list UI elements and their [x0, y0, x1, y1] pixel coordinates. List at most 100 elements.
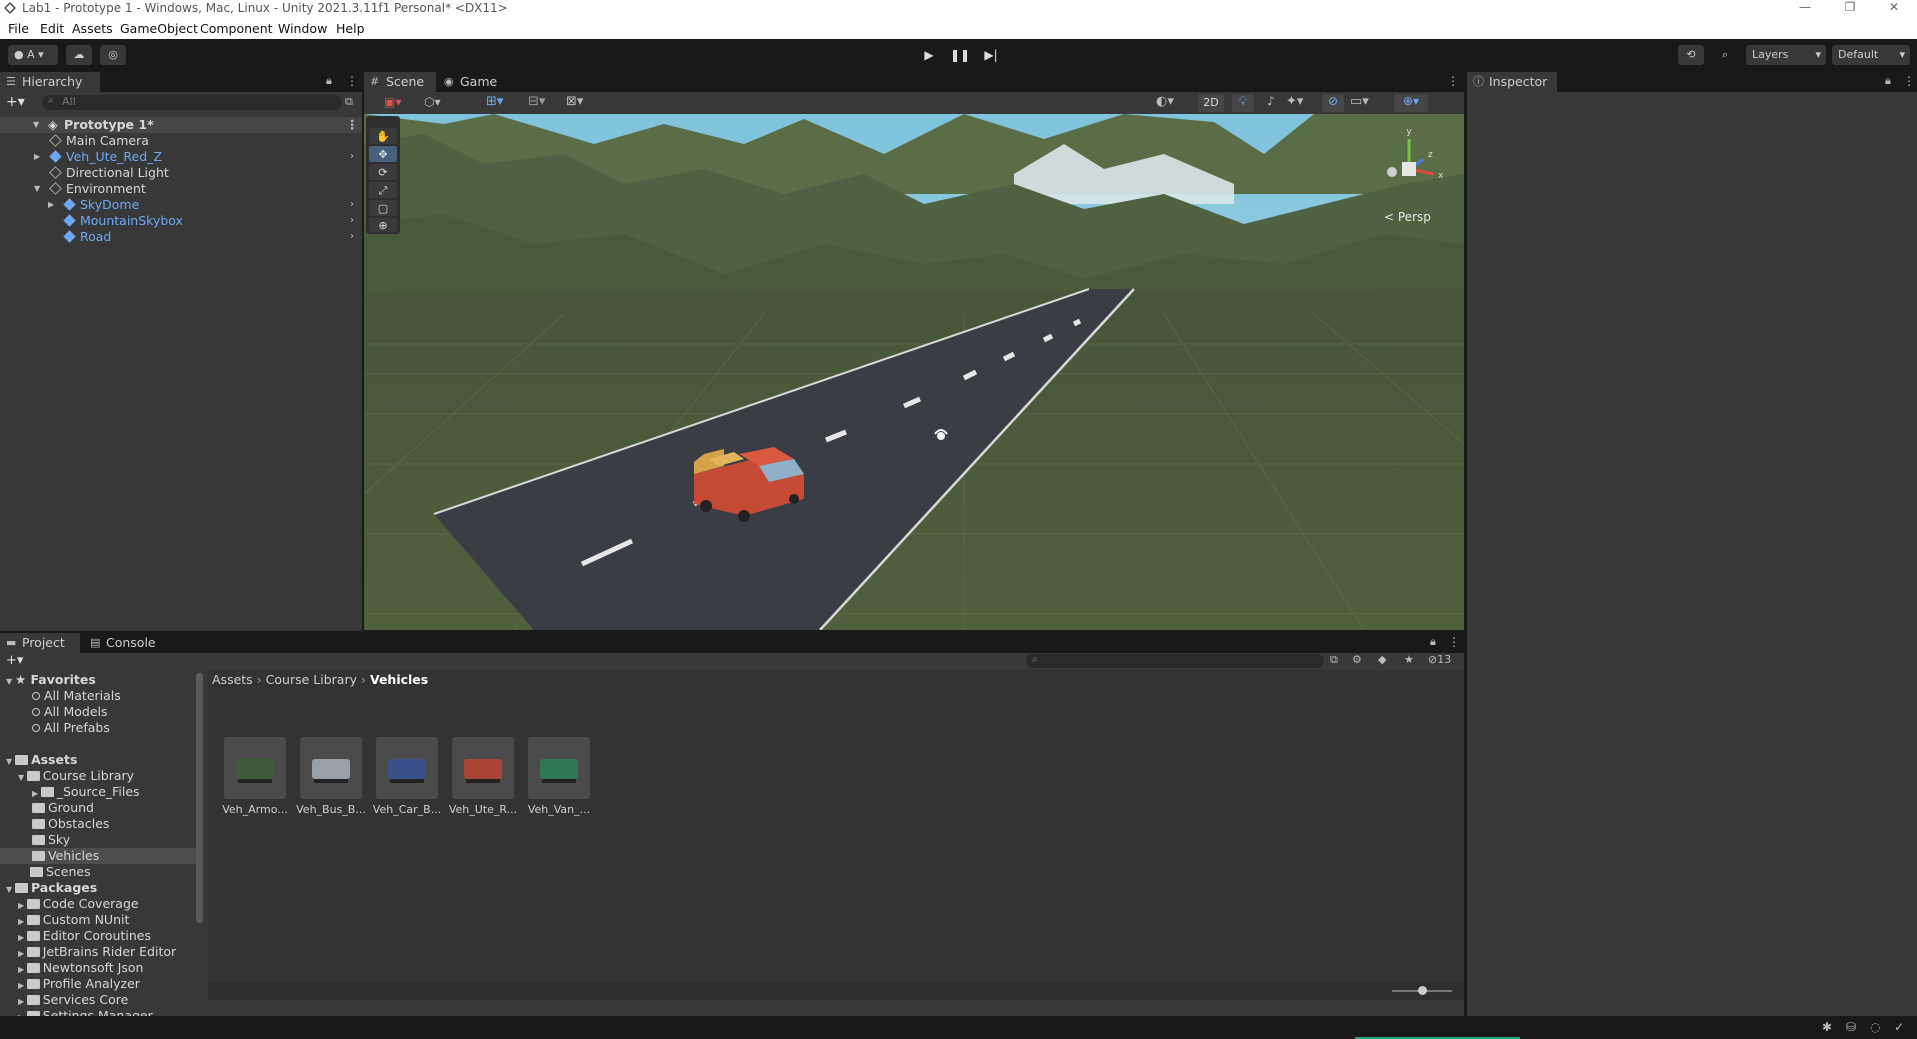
- tree-vehicles-selected[interactable]: Vehicles: [0, 848, 196, 864]
- tree-course-child[interactable]: Sky: [32, 832, 70, 848]
- hierarchy-search-input[interactable]: ⌕ All: [42, 95, 342, 110]
- foldout-icon[interactable]: ▶: [18, 997, 27, 1006]
- tree-scrollbar[interactable]: [196, 673, 203, 923]
- projection-label[interactable]: < Persp: [1384, 210, 1431, 224]
- filter-icon[interactable]: ⚙: [1352, 653, 1362, 666]
- grid-snap-icon[interactable]: ⊞▾: [486, 94, 503, 109]
- tree-scenes[interactable]: Scenes: [30, 864, 91, 880]
- create-button[interactable]: +▾: [6, 653, 23, 668]
- foldout-icon[interactable]: ▼: [18, 773, 27, 782]
- foldout-icon[interactable]: ▶: [18, 965, 27, 974]
- asset-label[interactable]: Veh_Car_B...: [369, 803, 445, 816]
- tree-package[interactable]: ▶ Profile Analyzer: [18, 976, 140, 992]
- asset-thumbnail[interactable]: [528, 737, 590, 799]
- foldout-icon[interactable]: ▼: [34, 181, 40, 197]
- asset-thumbnail[interactable]: [452, 737, 514, 799]
- search-button[interactable]: ⌕: [1712, 45, 1738, 65]
- tree-package[interactable]: ▶ Code Coverage: [18, 896, 139, 912]
- asset-label[interactable]: Veh_Ute_R...: [445, 803, 521, 816]
- tree-package[interactable]: ▶ JetBrains Rider Editor: [18, 944, 176, 960]
- foldout-icon[interactable]: ▶: [18, 933, 27, 942]
- tree-assets[interactable]: ▼ Assets: [6, 752, 77, 768]
- foldout-icon[interactable]: ▶: [32, 789, 41, 798]
- asset-label[interactable]: Veh_Van_...: [521, 803, 597, 816]
- tab-console[interactable]: ▤ Console: [84, 633, 164, 653]
- draw-mode-icon[interactable]: ▣▾: [384, 95, 401, 109]
- tree-favorite-item[interactable]: All Materials: [32, 688, 121, 704]
- kebab-menu-icon[interactable]: ⋮: [346, 117, 359, 133]
- kebab-menu-icon[interactable]: ⋮: [1903, 74, 1915, 88]
- tree-course-child[interactable]: ▶ _Source_Files: [32, 784, 140, 800]
- menu-help[interactable]: Help: [336, 21, 365, 36]
- foldout-icon[interactable]: ▼: [6, 677, 15, 686]
- kebab-menu-icon[interactable]: ⋮: [1448, 635, 1460, 649]
- asset-thumbnail[interactable]: [300, 737, 362, 799]
- tree-packages[interactable]: ▼ Packages: [6, 880, 97, 896]
- foldout-icon[interactable]: ▶: [18, 901, 27, 910]
- asset-label[interactable]: Veh_Bus_B...: [293, 803, 369, 816]
- asset-label[interactable]: Veh_Armo...: [217, 803, 293, 816]
- minimize-button[interactable]: —: [1782, 0, 1828, 17]
- lighting-toggle-icon[interactable]: 💡︎: [1232, 94, 1254, 112]
- progress-icon[interactable]: ◌: [1870, 1020, 1880, 1034]
- foldout-open-icon[interactable]: ▼: [33, 117, 39, 133]
- cloud-button[interactable]: ☁: [66, 45, 92, 65]
- history-button[interactable]: ⟲: [1678, 45, 1704, 65]
- tree-course-library[interactable]: ▼ Course Library: [18, 768, 134, 784]
- menu-gameobject[interactable]: GameObject: [120, 21, 198, 36]
- menu-component[interactable]: Component: [200, 21, 273, 36]
- gizmos-toggle-icon[interactable]: ⊕▾: [1394, 94, 1428, 112]
- ruler-icon[interactable]: ⊠▾: [566, 94, 583, 109]
- hierarchy-item[interactable]: Road ›: [0, 229, 362, 245]
- collab-button[interactable]: ◎: [100, 45, 126, 65]
- kebab-menu-icon[interactable]: ⋮: [1447, 74, 1459, 88]
- foldout-icon[interactable]: ▼: [6, 885, 15, 894]
- foldout-icon[interactable]: ▶: [34, 149, 40, 165]
- breadcrumb-assets[interactable]: Assets: [212, 672, 253, 687]
- tab-scene[interactable]: # Scene: [364, 72, 436, 92]
- tree-course-child[interactable]: Obstacles: [32, 816, 109, 832]
- tree-package[interactable]: ▶ Settings Manager: [18, 1008, 153, 1016]
- step-button[interactable]: ▶|: [978, 45, 1004, 65]
- camera-settings-icon[interactable]: ▭▾: [1350, 94, 1369, 109]
- shading-mode-icon[interactable]: ◐▾: [1156, 94, 1174, 109]
- foldout-icon[interactable]: ▶: [48, 197, 54, 213]
- menu-file[interactable]: File: [8, 21, 29, 36]
- pause-button[interactable]: ❚❚: [947, 45, 973, 65]
- render-mode-icon[interactable]: ⬡▾: [424, 95, 441, 109]
- kebab-menu-icon[interactable]: ⋮: [346, 74, 358, 88]
- add-button[interactable]: +▾: [6, 94, 25, 110]
- foldout-icon[interactable]: ▶: [18, 949, 27, 958]
- menu-assets[interactable]: Assets: [72, 21, 113, 36]
- asset-thumbnail[interactable]: [376, 737, 438, 799]
- scene-visibility-icon[interactable]: ⧉: [345, 95, 353, 109]
- hierarchy-item[interactable]: ▶ SkyDome ›: [0, 197, 362, 213]
- hierarchy-item[interactable]: ▶ Veh_Ute_Red_Z ›: [0, 149, 362, 165]
- hidden-objects-icon[interactable]: ⊘: [1322, 94, 1344, 112]
- bug-icon[interactable]: ✱: [1822, 1020, 1832, 1034]
- foldout-icon[interactable]: ▶: [18, 917, 27, 926]
- tab-project[interactable]: ▬ Project: [0, 633, 80, 653]
- cache-icon[interactable]: ⛁: [1846, 1020, 1856, 1034]
- breadcrumb-vehicles[interactable]: Vehicles: [370, 672, 428, 687]
- zoom-slider-handle[interactable]: [1418, 986, 1427, 995]
- tab-inspector[interactable]: ⓘ Inspector: [1467, 72, 1557, 92]
- hidden-packages-toggle[interactable]: ⊘13: [1428, 653, 1451, 666]
- asset-thumbnail[interactable]: [224, 737, 286, 799]
- tree-favorite-item[interactable]: All Prefabs: [32, 720, 110, 736]
- lock-icon[interactable]: 🔒︎: [1885, 74, 1891, 88]
- account-dropdown[interactable]: ● A ▾: [8, 45, 58, 65]
- menu-edit[interactable]: Edit: [40, 21, 64, 36]
- menu-window[interactable]: Window: [278, 21, 327, 36]
- snap-increment-icon[interactable]: ⊟▾: [528, 94, 545, 109]
- lock-icon[interactable]: 🔒︎: [326, 74, 332, 88]
- layout-dropdown[interactable]: Default ▾: [1832, 45, 1910, 65]
- audio-toggle-icon[interactable]: ♪: [1260, 94, 1282, 112]
- hierarchy-item[interactable]: Main Camera: [0, 133, 362, 149]
- open-prefab-arrow-icon[interactable]: ›: [350, 213, 354, 229]
- foldout-icon[interactable]: ▼: [6, 757, 15, 766]
- play-button[interactable]: ▶: [916, 45, 942, 65]
- tree-package[interactable]: ▶ Newtonsoft Json: [18, 960, 143, 976]
- tree-course-child[interactable]: Ground: [32, 800, 94, 816]
- hierarchy-item[interactable]: Directional Light: [0, 165, 362, 181]
